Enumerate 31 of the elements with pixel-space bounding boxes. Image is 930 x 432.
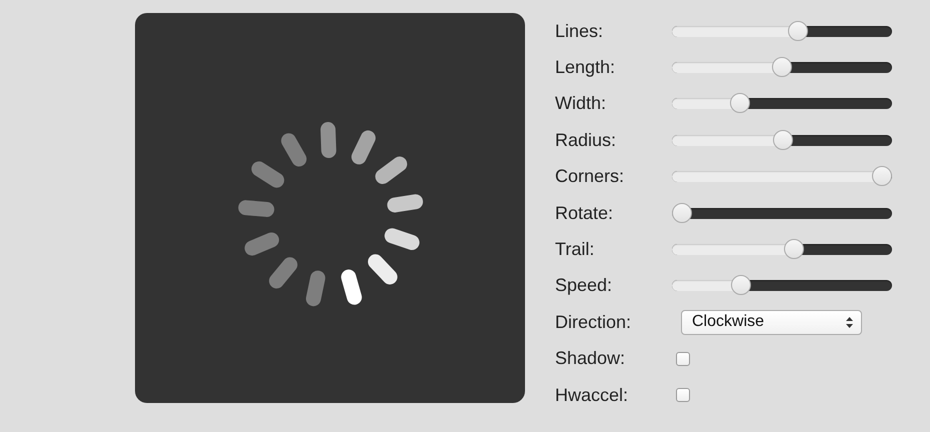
control-label: Width: bbox=[555, 93, 608, 114]
control-label: Speed: bbox=[555, 275, 614, 296]
control-label: Lines: bbox=[555, 20, 604, 42]
slider-thumb[interactable] bbox=[784, 239, 804, 260]
slider[interactable] bbox=[672, 58, 892, 78]
control-label: Direction: bbox=[555, 312, 632, 333]
updown-arrows-icon bbox=[846, 316, 853, 328]
slider[interactable] bbox=[672, 166, 892, 187]
slider[interactable] bbox=[672, 21, 892, 42]
control-label: Trail: bbox=[555, 239, 596, 260]
slider[interactable] bbox=[672, 240, 892, 260]
slider-thumb[interactable] bbox=[730, 93, 750, 114]
slider-thumb[interactable] bbox=[773, 130, 793, 150]
checkbox[interactable] bbox=[676, 352, 690, 366]
slider[interactable] bbox=[672, 276, 892, 296]
control-label: Radius: bbox=[555, 130, 618, 151]
control-label: Length: bbox=[555, 57, 616, 78]
slider-thumb[interactable] bbox=[772, 57, 792, 78]
control-label: Shadow: bbox=[555, 348, 626, 370]
control-label: Rotate: bbox=[555, 202, 614, 224]
control-label: Hwaccel: bbox=[555, 384, 630, 406]
slider[interactable] bbox=[672, 94, 892, 114]
slider-thumb[interactable] bbox=[731, 275, 751, 296]
slider-thumb[interactable] bbox=[788, 20, 808, 41]
checkbox[interactable] bbox=[676, 388, 690, 402]
direction-dropdown[interactable]: Clockwise bbox=[681, 310, 862, 335]
slider-thumb[interactable] bbox=[672, 202, 692, 223]
slider[interactable] bbox=[672, 130, 892, 150]
slider-thumb[interactable] bbox=[872, 166, 892, 186]
control-label: Corners: bbox=[555, 166, 626, 188]
slider[interactable] bbox=[672, 203, 892, 224]
